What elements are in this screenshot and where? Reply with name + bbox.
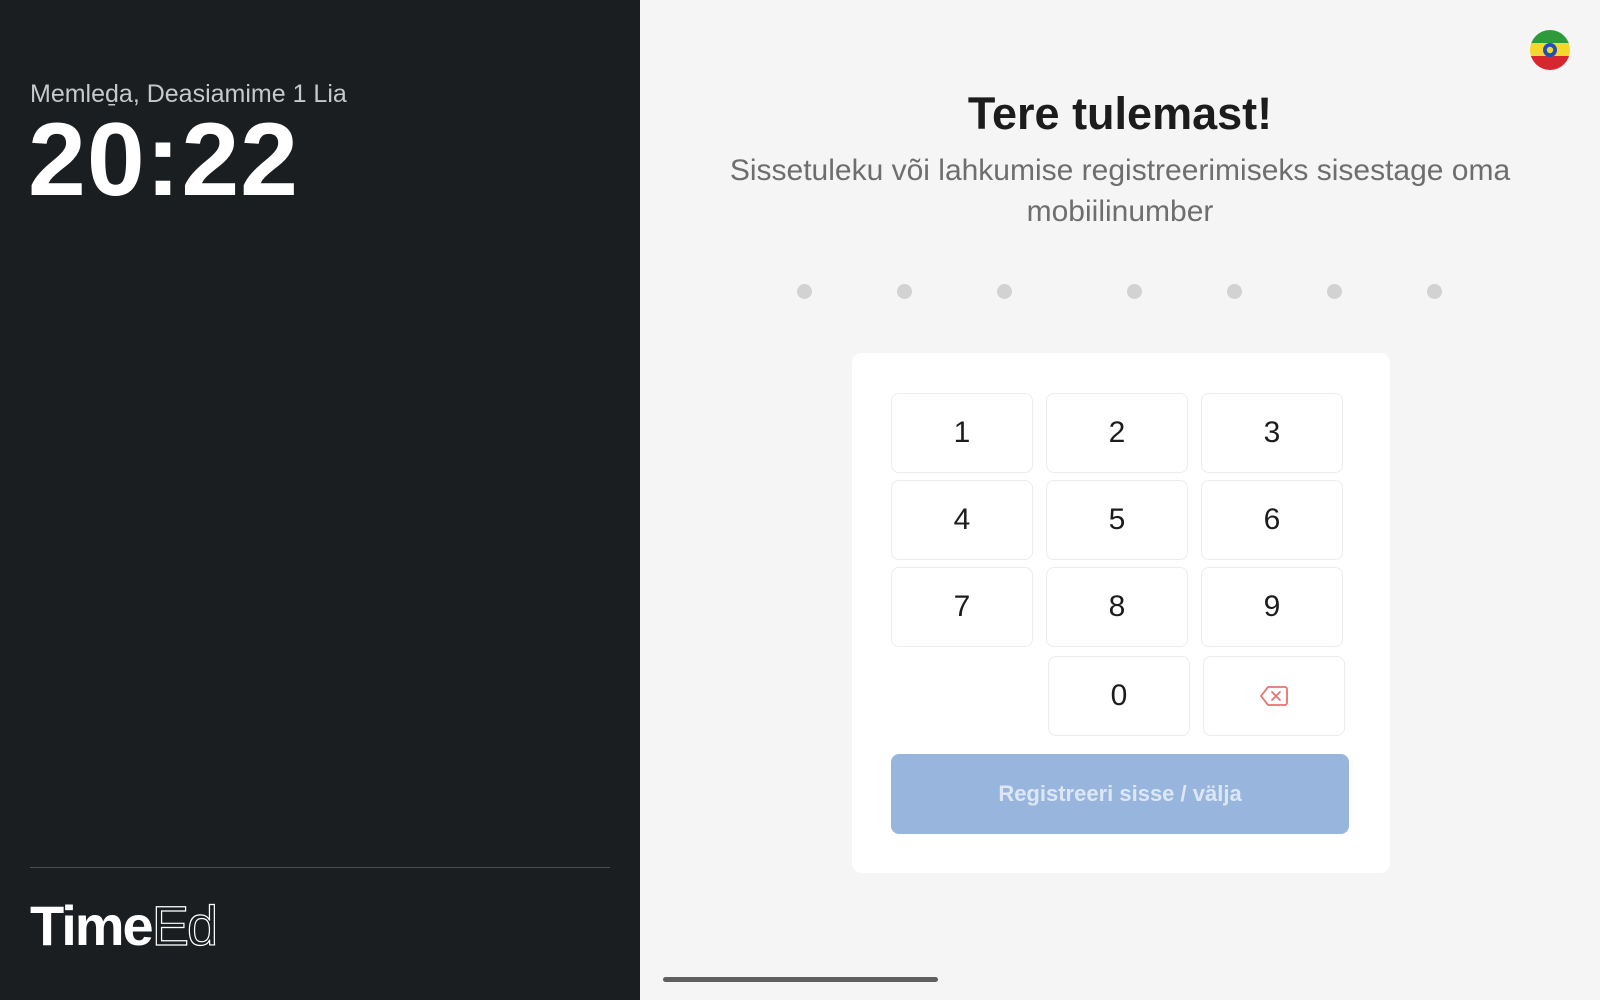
sidebar-divider — [30, 867, 610, 868]
register-button[interactable]: Registreeri sisse / välja — [891, 754, 1349, 834]
key-3[interactable]: 3 — [1201, 393, 1343, 473]
backspace-icon — [1260, 686, 1288, 706]
key-7[interactable]: 7 — [891, 567, 1033, 647]
key-4[interactable]: 4 — [891, 480, 1033, 560]
key-5[interactable]: 5 — [1046, 480, 1188, 560]
pin-dot — [897, 284, 912, 299]
key-9[interactable]: 9 — [1201, 567, 1343, 647]
key-8[interactable]: 8 — [1046, 567, 1188, 647]
current-time: 20:22 — [28, 102, 299, 218]
keypad-card: 1 2 3 4 5 6 7 8 9 0 Registreeri sisse / … — [852, 353, 1390, 873]
instruction-text: Sissetuleku või lahkumise registreerimis… — [729, 154, 1511, 228]
pin-dot — [797, 284, 812, 299]
key-1[interactable]: 1 — [891, 393, 1033, 473]
flag-icon — [1530, 30, 1570, 70]
main-panel: Tere tulemast! Sissetuleku või lahkumise… — [640, 0, 1600, 1000]
logo-light-text: Ed — [151, 894, 219, 957]
backspace-button[interactable] — [1203, 656, 1345, 736]
key-0[interactable]: 0 — [1048, 656, 1190, 736]
pin-dot — [1227, 284, 1242, 299]
pin-dot — [1327, 284, 1342, 299]
sidebar: Memleḏa, Deasiamime 1 Lia 20:22 TimeEd — [0, 0, 640, 1000]
pin-dot — [1427, 284, 1442, 299]
pin-dot — [1127, 284, 1142, 299]
logo-bold-text: Time — [30, 894, 154, 957]
welcome-title: Tere tulemast! — [967, 88, 1273, 139]
key-2[interactable]: 2 — [1046, 393, 1188, 473]
timeed-logo: TimeEd — [30, 897, 219, 954]
key-6[interactable]: 6 — [1201, 480, 1343, 560]
language-flag-button[interactable] — [1530, 30, 1570, 70]
home-indicator — [663, 977, 938, 982]
pin-dot — [997, 284, 1012, 299]
